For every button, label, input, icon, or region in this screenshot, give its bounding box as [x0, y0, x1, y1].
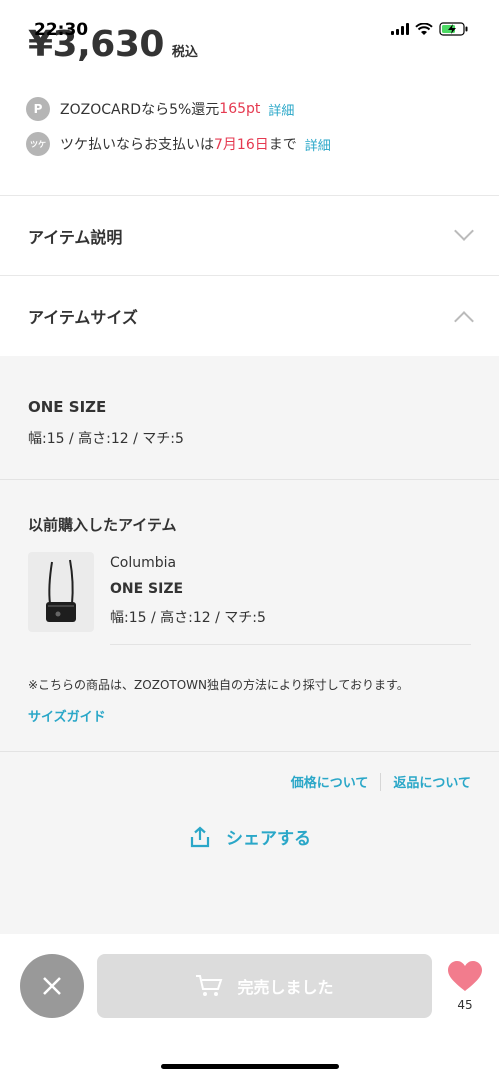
- bottom-action-bar: 完売しました 45: [0, 934, 499, 1080]
- accordion-label: アイテムサイズ: [28, 308, 138, 327]
- accordion-item-description[interactable]: アイテム説明: [0, 196, 499, 276]
- bag-image: [46, 559, 76, 622]
- status-time: 22:30: [34, 20, 89, 40]
- about-returns-link[interactable]: 返品について: [393, 772, 471, 791]
- close-button[interactable]: [20, 954, 84, 1018]
- promo-date: 7月16日: [214, 137, 269, 153]
- promo-points: 165pt: [219, 101, 261, 117]
- divider: [0, 479, 499, 480]
- link-separator: [380, 772, 382, 791]
- size-name: ONE SIZE: [28, 398, 107, 416]
- accordion-label: アイテム説明: [28, 228, 123, 247]
- size-dimensions: 幅:15 / 高さ:12 / マチ:5: [28, 431, 184, 447]
- cart-icon: [196, 975, 223, 996]
- share-button[interactable]: シェアする: [0, 824, 499, 849]
- heart-icon: [448, 961, 482, 991]
- previous-item-thumbnail[interactable]: [28, 552, 94, 632]
- previous-item-size: ONE SIZE: [110, 581, 184, 597]
- promo-text: ZOZOCARDなら5%還元: [60, 102, 220, 118]
- promo-text: ツケ払いならお支払いは: [60, 137, 214, 153]
- cellular-signal-icon: [391, 23, 409, 35]
- status-icons: [391, 22, 469, 36]
- promo-text-after: まで: [268, 137, 297, 153]
- previous-item-dimensions: 幅:15 / 高さ:12 / マチ:5: [110, 610, 266, 626]
- info-links: 価格について 返品について: [291, 772, 471, 791]
- zozocard-promo: P ZOZOCARDなら5%還元 165pt 詳細: [26, 97, 294, 121]
- divider: [0, 751, 499, 752]
- points-icon: P: [26, 97, 50, 121]
- tsuke-icon: ツケ: [26, 132, 50, 156]
- divider: [110, 644, 471, 645]
- sold-out-button[interactable]: 完売しました: [97, 954, 432, 1018]
- size-guide-link[interactable]: サイズガイド: [28, 706, 106, 725]
- favorite-count: 45: [457, 998, 473, 1012]
- sold-out-label: 完売しました: [237, 978, 334, 997]
- favorite-button[interactable]: 45: [447, 960, 483, 1012]
- status-bar: 22:30: [0, 0, 499, 44]
- battery-charging-icon: [439, 22, 468, 36]
- measurement-note: ※こちらの商品は、ZOZOTOWN独自の方法により採寸しております。: [28, 678, 409, 692]
- promo-detail-link[interactable]: 詳細: [305, 135, 331, 154]
- accordion-item-size[interactable]: アイテムサイズ: [0, 276, 499, 356]
- share-icon: [190, 826, 210, 847]
- previous-purchase-title: 以前購入したアイテム: [28, 516, 177, 534]
- chevron-down-icon: [454, 221, 474, 241]
- promo-detail-link[interactable]: 詳細: [268, 100, 294, 119]
- home-indicator: [161, 1064, 339, 1069]
- share-label: シェアする: [226, 829, 311, 849]
- close-icon: [43, 977, 61, 995]
- chevron-up-icon: [454, 311, 474, 331]
- about-price-link[interactable]: 価格について: [291, 772, 369, 791]
- tsuke-promo: ツケ ツケ払いならお支払いは 7月16日 まで 詳細: [26, 132, 331, 156]
- wifi-icon: [415, 22, 433, 35]
- previous-item-brand: Columbia: [110, 555, 177, 571]
